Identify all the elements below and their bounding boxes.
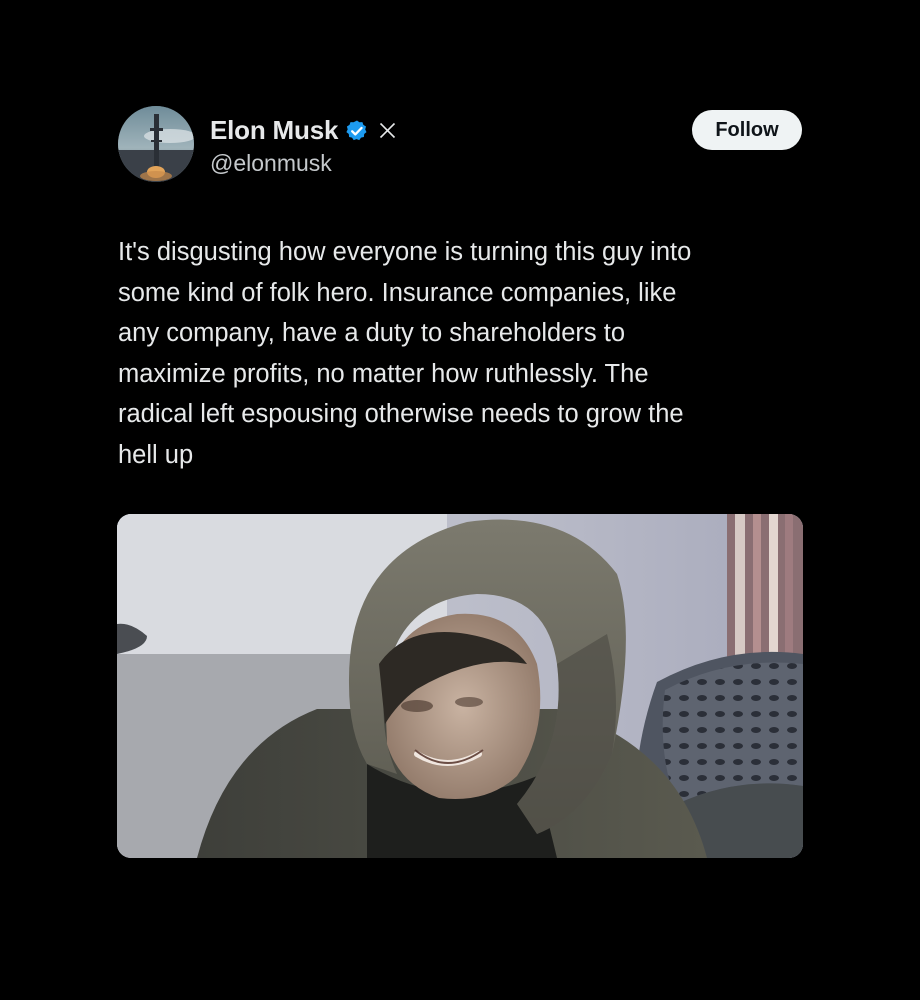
author-display-name[interactable]: Elon Musk <box>210 115 338 146</box>
tweet-card: Elon Musk @elonmusk Follow It's disgusti… <box>0 0 920 1000</box>
tweet-text-line: It's disgusting how everyone is turning … <box>118 238 692 266</box>
tweet-text-line: some kind of folk hero. Insurance compan… <box>118 278 677 307</box>
avatar-image <box>118 106 194 182</box>
tweet-media-photo[interactable] <box>117 514 803 858</box>
tweet-text: It's disgusting how everyone is turning … <box>118 232 808 475</box>
follow-button[interactable]: Follow <box>692 110 802 150</box>
tweet-text-line: any company, have a duty to shareholders… <box>118 319 625 347</box>
author-avatar[interactable] <box>118 106 194 182</box>
media-image <box>117 514 803 858</box>
tweet-text-line: hell up <box>118 440 194 469</box>
verified-badge-icon[interactable] <box>345 119 369 143</box>
tweet-text-line: maximize profits, no matter how ruthless… <box>118 359 649 388</box>
x-logo-icon[interactable] <box>378 121 398 140</box>
author-name-row: Elon Musk <box>210 115 398 146</box>
tweet-text-line: radical left espousing otherwise needs t… <box>118 400 684 428</box>
author-handle[interactable]: @elonmusk <box>210 150 332 177</box>
